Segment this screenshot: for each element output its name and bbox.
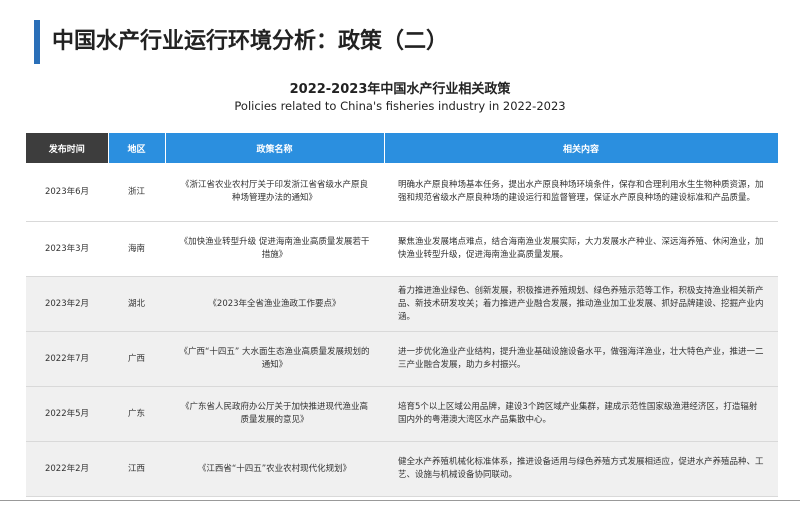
cell-policy-name: 《浙江省农业农村厅关于印发浙江省省级水产原良种场管理办法的通知》 xyxy=(165,163,384,222)
table-row: 2022年2月 江西 《江西省“十四五”农业农村现代化规划》 健全水产养殖机械化… xyxy=(26,441,778,497)
cell-region: 江西 xyxy=(108,441,165,497)
cell-region: 广东 xyxy=(108,386,165,442)
table-subtitle: Policies related to China's fisheries in… xyxy=(234,99,566,113)
title-accent-bar xyxy=(34,20,40,64)
table-header-row: 发布时间 地区 政策名称 相关内容 xyxy=(26,133,779,163)
table-row: 2022年7月 广西 《广西“十四五” 大水面生态渔业高质量发展规划的通知》 进… xyxy=(26,331,778,387)
cell-content: 明确水产原良种场基本任务，提出水产原良种场环境条件，保存和合理利用水生生物种质资… xyxy=(384,163,778,222)
cell-region: 海南 xyxy=(108,221,165,277)
column-header-date: 发布时间 xyxy=(26,133,109,163)
cell-policy-name: 《2023年全省渔业渔政工作要点》 xyxy=(165,276,384,332)
footer-divider xyxy=(0,500,800,501)
column-header-region: 地区 xyxy=(108,133,166,163)
cell-date: 2022年7月 xyxy=(26,331,108,387)
cell-content: 健全水产养殖机械化标准体系，推进设备适用与绿色养殖方式发展相适应，促进水产养殖品… xyxy=(384,441,778,497)
table-title: 2022-2023年中国水产行业相关政策 xyxy=(289,82,511,97)
cell-region: 广西 xyxy=(108,331,165,387)
cell-date: 2023年6月 xyxy=(26,163,108,222)
table-row: 2023年6月 浙江 《浙江省农业农村厅关于印发浙江省省级水产原良种场管理办法的… xyxy=(26,163,778,222)
column-header-policy-name: 政策名称 xyxy=(165,133,385,163)
cell-date: 2022年5月 xyxy=(26,386,108,442)
cell-date: 2023年2月 xyxy=(26,276,108,332)
table-row: 2023年3月 海南 《加快渔业转型升级 促进海南渔业高质量发展若干措施》 聚焦… xyxy=(26,221,778,277)
cell-content: 聚焦渔业发展堵点难点，结合海南渔业发展实际，大力发展水产种业、深远海养殖、休闲渔… xyxy=(384,221,778,277)
table-row: 2022年5月 广东 《广东省人民政府办公厅关于加快推进现代渔业高质量发展的意见… xyxy=(26,386,778,442)
cell-content: 进一步优化渔业产业结构，提升渔业基础设施设备水平，做强海洋渔业，壮大特色产业，推… xyxy=(384,331,778,387)
page-title: 中国水产行业运行环境分析：政策（二） xyxy=(52,29,449,54)
table-row: 2023年2月 湖北 《2023年全省渔业渔政工作要点》 着力推进渔业绿色、创新… xyxy=(26,276,778,332)
cell-policy-name: 《加快渔业转型升级 促进海南渔业高质量发展若干措施》 xyxy=(165,221,384,277)
cell-policy-name: 《江西省“十四五”农业农村现代化规划》 xyxy=(165,441,384,497)
cell-region: 湖北 xyxy=(108,276,165,332)
cell-policy-name: 《广东省人民政府办公厅关于加快推进现代渔业高质量发展的意见》 xyxy=(165,386,384,442)
cell-date: 2023年3月 xyxy=(26,221,108,277)
cell-date: 2022年2月 xyxy=(26,441,108,497)
cell-content: 着力推进渔业绿色、创新发展，积极推进养殖规划、绿色养殖示范等工作，积极支持渔业相… xyxy=(384,276,778,332)
policy-table: 发布时间 地区 政策名称 相关内容 2023年6月 浙江 《浙江省农业农村厅关于… xyxy=(26,133,779,497)
cell-policy-name: 《广西“十四五” 大水面生态渔业高质量发展规划的通知》 xyxy=(165,331,384,387)
cell-content: 培育5个以上区域公用品牌，建设3个跨区域产业集群，建成示范性国家级渔港经济区，打… xyxy=(384,386,778,442)
column-header-content: 相关内容 xyxy=(384,133,779,163)
cell-region: 浙江 xyxy=(108,163,165,222)
